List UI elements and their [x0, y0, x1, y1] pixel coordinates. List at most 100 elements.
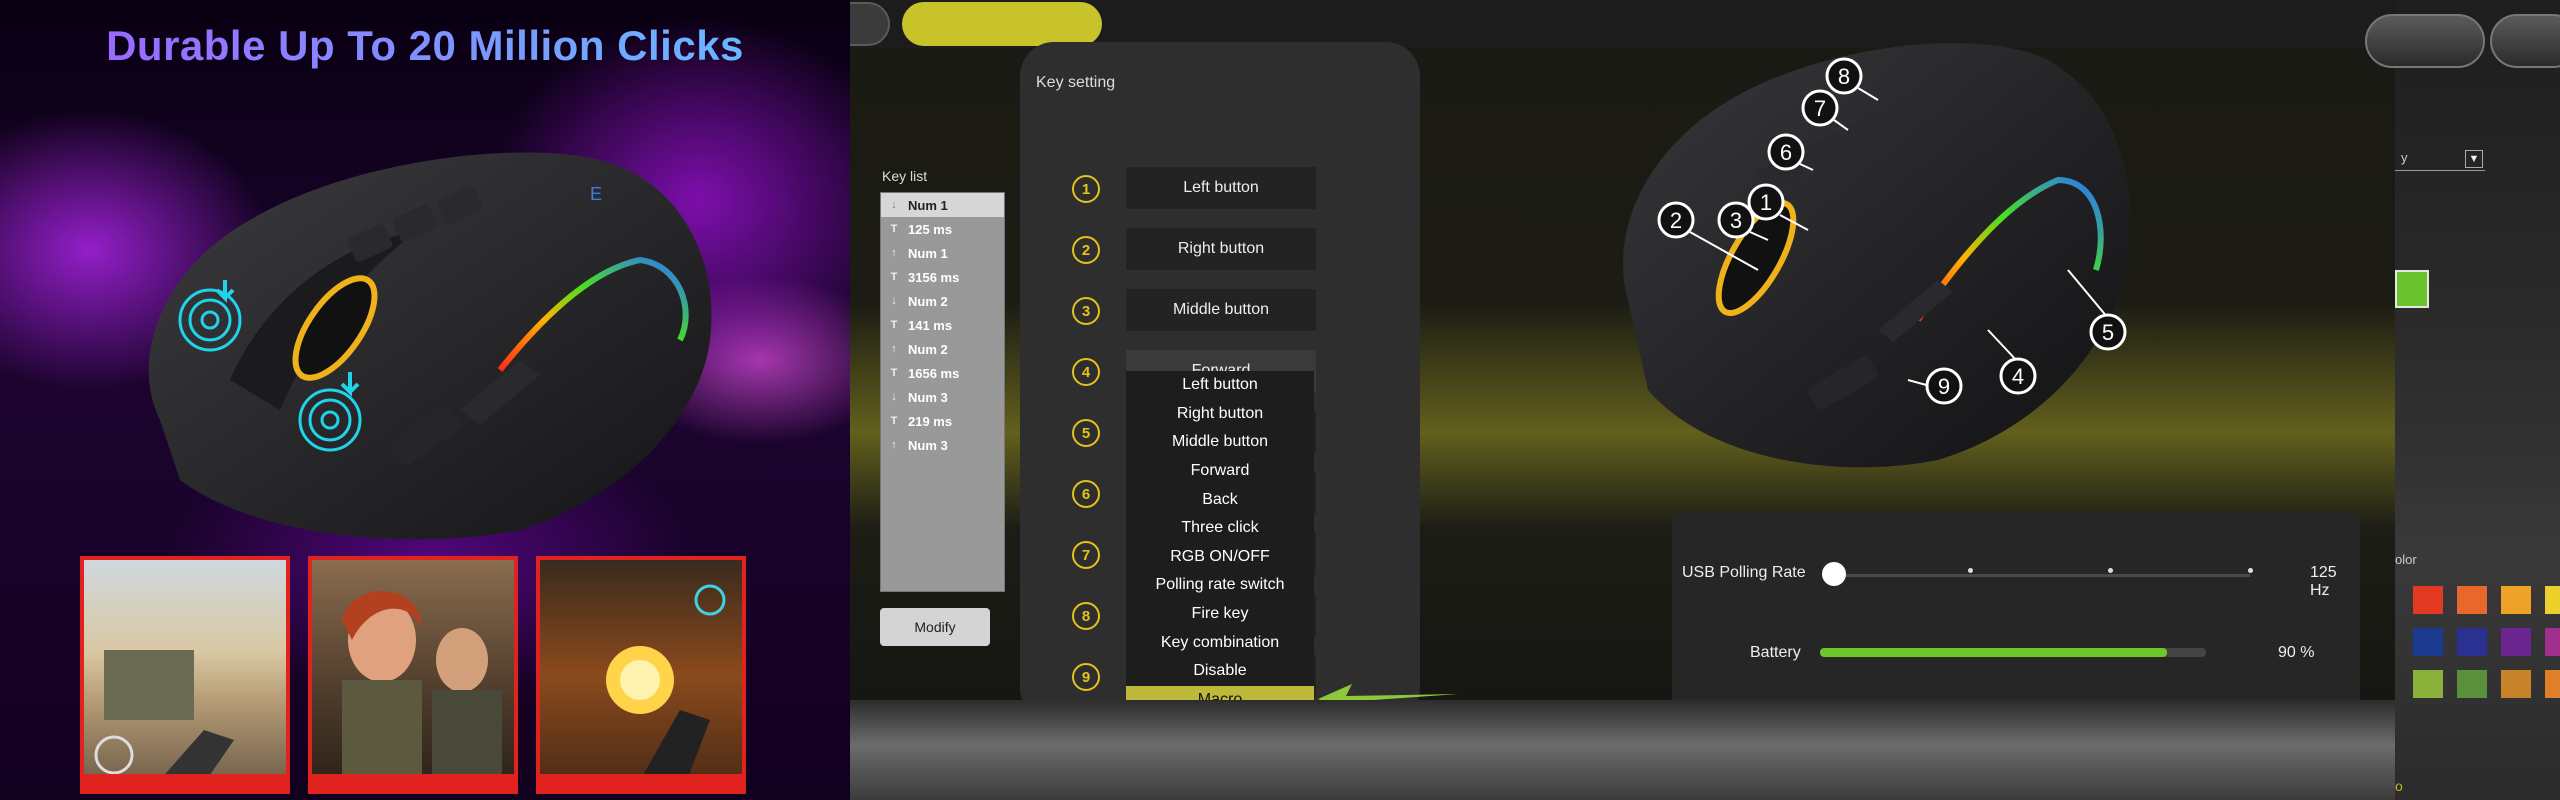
polling-rate-value: 125 Hz	[2310, 564, 2337, 599]
polling-rate-slider[interactable]	[1830, 574, 2250, 577]
key-assignment-button[interactable]: Middle button	[1126, 289, 1316, 331]
button-number-badge: 9	[1072, 663, 1100, 691]
dropdown-option[interactable]: Fire key	[1126, 600, 1314, 629]
current-color-swatch[interactable]	[2395, 270, 2429, 308]
modify-button[interactable]: Modify	[880, 608, 990, 646]
button-number-badge: 1	[1072, 175, 1100, 203]
chevron-down-icon: ▼	[2465, 150, 2483, 168]
key-setting-title: Key setting	[1036, 74, 1116, 91]
key-assignment-button[interactable]: Left button	[1126, 167, 1316, 209]
color-swatch[interactable]	[2501, 628, 2531, 656]
color-swatch[interactable]	[2545, 670, 2560, 698]
dropdown-option[interactable]: Forward	[1126, 457, 1314, 486]
dropdown-option-label: RGB ON/OFF	[1170, 547, 1270, 565]
key-list-item[interactable]: T 125 ms	[881, 217, 1004, 241]
arrow-down-icon: ↓	[891, 295, 897, 307]
key-list-item[interactable]: ↓ Num 3	[881, 385, 1004, 409]
color-swatch[interactable]	[2501, 670, 2531, 698]
color-swatch[interactable]	[2545, 586, 2560, 614]
key-list-item[interactable]: ↑ Num 1	[881, 241, 1004, 265]
callout-number: 8	[1838, 64, 1850, 89]
dropdown-option[interactable]: RGB ON/OFF	[1126, 543, 1314, 572]
key-list-item[interactable]: ↓ Num 2	[881, 289, 1004, 313]
dropdown-option[interactable]: Right button	[1126, 400, 1314, 429]
color-swatch[interactable]	[2457, 586, 2487, 614]
arrow-down-icon: ↓	[891, 199, 897, 211]
footer-mark: o	[2395, 778, 2403, 794]
key-list-item-label: 3156 ms	[908, 269, 960, 285]
battery-bar	[1820, 648, 2206, 657]
key-list-item-label: 1656 ms	[908, 365, 960, 381]
button-number-badge: 2	[1072, 236, 1100, 264]
dropdown-option[interactable]: Key combination	[1126, 628, 1314, 657]
right-panel: A y ▼ olor o	[2365, 0, 2560, 800]
right-select[interactable]: y ▼	[2395, 147, 2485, 171]
slider-step	[2248, 568, 2253, 573]
dropdown-option[interactable]: Left button	[1126, 371, 1314, 400]
callout-number: 9	[1938, 374, 1950, 399]
button-number-badge: 4	[1072, 358, 1100, 386]
polling-rate-slider-handle[interactable]	[1822, 562, 1846, 586]
color-swatch[interactable]	[2413, 586, 2443, 614]
timer-icon: T	[890, 367, 898, 379]
key-list-item-label: Num 1	[908, 245, 948, 261]
mouse-diagram: 1 2 3 4 5 678 9	[1623, 43, 2131, 468]
mouse-software-window: Key list ↓ Num 1 T 125 ms ↑ Num 1 T 3156 ms ↓ Num…	[850, 0, 2395, 800]
timer-icon: T	[890, 271, 898, 283]
key-assignment-button[interactable]: Right button	[1126, 228, 1316, 270]
arrow-up-icon: ↑	[891, 439, 897, 451]
top-tab-left[interactable]	[850, 2, 890, 46]
game-thumbnail-3	[536, 556, 746, 794]
key-list-item-label: Num 3	[908, 389, 948, 405]
dropdown-option-label: Left button	[1182, 376, 1258, 394]
mouse-logo-icon: E	[590, 184, 602, 204]
callout-number: 4	[2012, 364, 2024, 389]
key-list-item-label: 141 ms	[908, 317, 953, 333]
promo-mouse-image: E	[148, 152, 712, 540]
color-swatch[interactable]	[2545, 628, 2560, 656]
dropdown-option-label: Back	[1202, 490, 1238, 508]
key-list-item[interactable]: T 219 ms	[881, 409, 1004, 433]
color-swatch[interactable]	[2457, 670, 2487, 698]
color-swatch[interactable]	[2413, 670, 2443, 698]
callout-number: 6	[1780, 140, 1792, 165]
key-list[interactable]: ↓ Num 1 T 125 ms ↑ Num 1 T 3156 ms ↓ Num 2 T 141 ms…	[880, 192, 1005, 592]
color-label: olor	[2395, 552, 2417, 567]
callout-number: 5	[2102, 320, 2114, 345]
bottom-bar	[850, 700, 2395, 800]
key-list-item[interactable]: ↑ Num 2	[881, 337, 1004, 361]
button-number-badge: 8	[1072, 602, 1100, 630]
key-setting-row: 1 Left button	[1020, 167, 1420, 209]
dropdown-option[interactable]: Disable	[1126, 657, 1314, 686]
promo-title: Durable Up To 20 Million Clicks	[0, 22, 850, 70]
dropdown-option-label: Forward	[1190, 462, 1250, 480]
dropdown-option-label: Disable	[1193, 662, 1247, 680]
top-tab-active[interactable]	[902, 2, 1102, 46]
right-tab-button-2[interactable]: A	[2490, 14, 2560, 68]
key-list-item[interactable]: T 141 ms	[881, 313, 1004, 337]
dropdown-option[interactable]: Polling rate switch	[1126, 571, 1314, 600]
key-list-item[interactable]: ↑ Num 3	[881, 433, 1004, 457]
key-list-item[interactable]: ↓ Num 1	[881, 193, 1004, 217]
key-list-item-label: Num 3	[908, 437, 948, 453]
color-swatch[interactable]	[2457, 628, 2487, 656]
dropdown-option[interactable]: Three click	[1126, 514, 1314, 543]
button-number-badge: 3	[1072, 297, 1100, 325]
key-list-item[interactable]: T 1656 ms	[881, 361, 1004, 385]
arrow-up-icon: ↑	[891, 343, 897, 355]
battery-value: 90 %	[2278, 644, 2315, 661]
dropdown-option[interactable]: Middle button	[1126, 428, 1314, 457]
key-list-item-label: 219 ms	[908, 413, 953, 429]
callout-number: 2	[1670, 208, 1682, 233]
color-swatch[interactable]	[2501, 586, 2531, 614]
key-list-title: Key list	[882, 168, 928, 184]
polling-rate-label: USB Polling Rate	[1682, 564, 1806, 581]
arrow-down-icon: ↓	[891, 391, 897, 403]
color-swatch[interactable]	[2413, 628, 2443, 656]
dropdown-option[interactable]: Back	[1126, 485, 1314, 514]
right-select-value: y	[2401, 150, 2408, 165]
dropdown-option-label: Three click	[1181, 519, 1259, 537]
right-tab-button[interactable]	[2365, 14, 2485, 68]
key-list-item[interactable]: T 3156 ms	[881, 265, 1004, 289]
key-list-item-label: Num 1	[908, 197, 948, 213]
